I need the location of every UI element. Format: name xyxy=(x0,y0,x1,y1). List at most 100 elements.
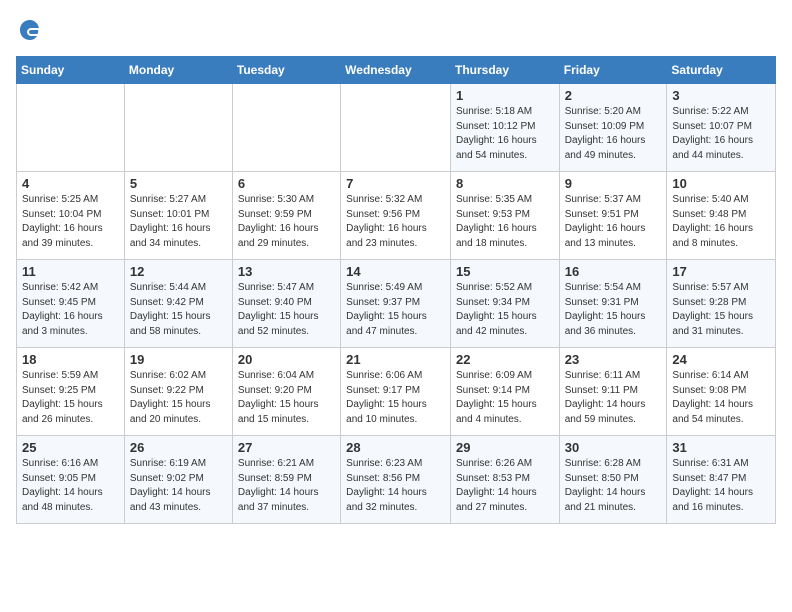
day-info: Sunrise: 6:04 AM Sunset: 9:20 PM Dayligh… xyxy=(238,369,335,427)
day-number: 10 xyxy=(672,176,770,191)
calendar-cell xyxy=(124,84,232,172)
day-info: Sunrise: 5:47 AM Sunset: 9:40 PM Dayligh… xyxy=(238,281,335,339)
day-number: 21 xyxy=(346,352,445,367)
calendar-cell: 28Sunrise: 6:23 AM Sunset: 8:56 PM Dayli… xyxy=(341,436,451,524)
calendar-cell: 1 Sunrise: 5:18 AM Sunset: 10:12 PM Dayli… xyxy=(450,84,559,172)
day-info: Sunrise: 6:11 AM Sunset: 9:11 PM Dayligh… xyxy=(565,369,662,427)
day-number: 16 xyxy=(565,264,662,279)
weekday-header-thursday: Thursday xyxy=(450,57,559,84)
day-info: Sunrise: 6:09 AM Sunset: 9:14 PM Dayligh… xyxy=(456,369,554,427)
calendar-cell: 5 Sunrise: 5:27 AM Sunset: 10:01 PM Dayli… xyxy=(124,172,232,260)
calendar-cell: 29 Sunrise: 6:26 AM Sunset: 8:53 PM Dayli… xyxy=(450,436,559,524)
day-number: 19 xyxy=(130,352,227,367)
day-number: 1 xyxy=(456,88,554,103)
weekday-header-friday: Friday xyxy=(559,57,667,84)
day-info: Sunrise: 6:14 AM Sunset: 9:08 PM Dayligh… xyxy=(672,369,770,427)
day-info: Sunrise: 5:42 AM Sunset: 9:45 PM Dayligh… xyxy=(22,281,119,339)
day-info: Sunrise: 6:16 AM Sunset: 9:05 PM Dayligh… xyxy=(22,457,119,515)
day-info: Sunrise: 5:49 AM Sunset: 9:37 PM Dayligh… xyxy=(346,281,445,339)
day-number: 18 xyxy=(22,352,119,367)
calendar-week-row: 1 Sunrise: 5:18 AM Sunset: 10:12 PM Dayli… xyxy=(17,84,776,172)
calendar-cell: 20 Sunrise: 6:04 AM Sunset: 9:20 PM Dayli… xyxy=(232,348,340,436)
calendar-cell: 26 Sunrise: 6:19 AM Sunset: 9:02 PM Dayli… xyxy=(124,436,232,524)
day-info: Sunrise: 6:26 AM Sunset: 8:53 PM Dayligh… xyxy=(456,457,554,515)
day-number: 22 xyxy=(456,352,554,367)
calendar-table: SundayMondayTuesdayWednesdayThursdayFrid… xyxy=(16,56,776,524)
day-number: 29 xyxy=(456,440,554,455)
day-number: 26 xyxy=(130,440,227,455)
day-info: Sunrise: 5:22 AM Sunset: 10:07 PM Daylig… xyxy=(672,105,770,163)
day-info: Sunrise: 5:59 AM Sunset: 9:25 PM Dayligh… xyxy=(22,369,119,427)
calendar-cell: 14 Sunrise: 5:49 AM Sunset: 9:37 PM Dayli… xyxy=(341,260,451,348)
calendar-cell: 18 Sunrise: 5:59 AM Sunset: 9:25 PM Dayli… xyxy=(17,348,125,436)
day-info: Sunrise: 5:37 AM Sunset: 9:51 PM Dayligh… xyxy=(565,193,662,251)
calendar-cell: 7Sunrise: 5:32 AM Sunset: 9:56 PM Daylig… xyxy=(341,172,451,260)
calendar-cell: 30Sunrise: 6:28 AM Sunset: 8:50 PM Dayli… xyxy=(559,436,667,524)
calendar-cell: 3 Sunrise: 5:22 AM Sunset: 10:07 PM Dayli… xyxy=(667,84,776,172)
day-number: 17 xyxy=(672,264,770,279)
day-info: Sunrise: 5:32 AM Sunset: 9:56 PM Dayligh… xyxy=(346,193,445,251)
day-info: Sunrise: 6:21 AM Sunset: 8:59 PM Dayligh… xyxy=(238,457,335,515)
day-info: Sunrise: 5:27 AM Sunset: 10:01 PM Daylig… xyxy=(130,193,227,251)
day-number: 4 xyxy=(22,176,119,191)
calendar-cell: 16 Sunrise: 5:54 AM Sunset: 9:31 PM Dayli… xyxy=(559,260,667,348)
calendar-cell: 8 Sunrise: 5:35 AM Sunset: 9:53 PM Daylig… xyxy=(450,172,559,260)
day-number: 12 xyxy=(130,264,227,279)
day-number: 2 xyxy=(565,88,662,103)
day-info: Sunrise: 5:35 AM Sunset: 9:53 PM Dayligh… xyxy=(456,193,554,251)
day-info: Sunrise: 5:25 AM Sunset: 10:04 PM Daylig… xyxy=(22,193,119,251)
day-number: 14 xyxy=(346,264,445,279)
day-number: 5 xyxy=(130,176,227,191)
weekday-header-wednesday: Wednesday xyxy=(341,57,451,84)
day-info: Sunrise: 6:31 AM Sunset: 8:47 PM Dayligh… xyxy=(672,457,770,515)
day-number: 9 xyxy=(565,176,662,191)
calendar-cell xyxy=(17,84,125,172)
weekday-header-saturday: Saturday xyxy=(667,57,776,84)
day-number: 28 xyxy=(346,440,445,455)
weekday-header-tuesday: Tuesday xyxy=(232,57,340,84)
calendar-cell: 23 Sunrise: 6:11 AM Sunset: 9:11 PM Dayli… xyxy=(559,348,667,436)
day-info: Sunrise: 5:44 AM Sunset: 9:42 PM Dayligh… xyxy=(130,281,227,339)
calendar-cell: 27 Sunrise: 6:21 AM Sunset: 8:59 PM Dayli… xyxy=(232,436,340,524)
calendar-cell: 24 Sunrise: 6:14 AM Sunset: 9:08 PM Dayli… xyxy=(667,348,776,436)
day-info: Sunrise: 5:52 AM Sunset: 9:34 PM Dayligh… xyxy=(456,281,554,339)
calendar-cell: 9 Sunrise: 5:37 AM Sunset: 9:51 PM Daylig… xyxy=(559,172,667,260)
day-number: 30 xyxy=(565,440,662,455)
day-number: 25 xyxy=(22,440,119,455)
calendar-cell xyxy=(341,84,451,172)
day-info: Sunrise: 5:30 AM Sunset: 9:59 PM Dayligh… xyxy=(238,193,335,251)
day-number: 3 xyxy=(672,88,770,103)
calendar-cell: 25 Sunrise: 6:16 AM Sunset: 9:05 PM Dayli… xyxy=(17,436,125,524)
calendar-cell: 11 Sunrise: 5:42 AM Sunset: 9:45 PM Dayli… xyxy=(17,260,125,348)
calendar-week-row: 25 Sunrise: 6:16 AM Sunset: 9:05 PM Dayli… xyxy=(17,436,776,524)
page-header xyxy=(16,16,776,44)
logo xyxy=(16,16,48,44)
day-number: 8 xyxy=(456,176,554,191)
calendar-cell: 17 Sunrise: 5:57 AM Sunset: 9:28 PM Dayli… xyxy=(667,260,776,348)
day-info: Sunrise: 5:40 AM Sunset: 9:48 PM Dayligh… xyxy=(672,193,770,251)
day-info: Sunrise: 6:06 AM Sunset: 9:17 PM Dayligh… xyxy=(346,369,445,427)
calendar-cell: 15Sunrise: 5:52 AM Sunset: 9:34 PM Dayli… xyxy=(450,260,559,348)
day-info: Sunrise: 6:02 AM Sunset: 9:22 PM Dayligh… xyxy=(130,369,227,427)
calendar-cell xyxy=(232,84,340,172)
day-info: Sunrise: 5:57 AM Sunset: 9:28 PM Dayligh… xyxy=(672,281,770,339)
day-number: 11 xyxy=(22,264,119,279)
calendar-cell: 12 Sunrise: 5:44 AM Sunset: 9:42 PM Dayli… xyxy=(124,260,232,348)
calendar-cell: 4 Sunrise: 5:25 AM Sunset: 10:04 PM Dayli… xyxy=(17,172,125,260)
day-number: 27 xyxy=(238,440,335,455)
calendar-cell: 21 Sunrise: 6:06 AM Sunset: 9:17 PM Dayli… xyxy=(341,348,451,436)
weekday-header-row: SundayMondayTuesdayWednesdayThursdayFrid… xyxy=(17,57,776,84)
day-info: Sunrise: 6:19 AM Sunset: 9:02 PM Dayligh… xyxy=(130,457,227,515)
calendar-cell: 13 Sunrise: 5:47 AM Sunset: 9:40 PM Dayli… xyxy=(232,260,340,348)
day-number: 13 xyxy=(238,264,335,279)
day-info: Sunrise: 5:18 AM Sunset: 10:12 PM Daylig… xyxy=(456,105,554,163)
day-number: 20 xyxy=(238,352,335,367)
day-info: Sunrise: 5:54 AM Sunset: 9:31 PM Dayligh… xyxy=(565,281,662,339)
day-number: 31 xyxy=(672,440,770,455)
calendar-cell: 6Sunrise: 5:30 AM Sunset: 9:59 PM Daylig… xyxy=(232,172,340,260)
calendar-cell: 19 Sunrise: 6:02 AM Sunset: 9:22 PM Dayli… xyxy=(124,348,232,436)
calendar-cell: 10 Sunrise: 5:40 AM Sunset: 9:48 PM Dayli… xyxy=(667,172,776,260)
day-number: 24 xyxy=(672,352,770,367)
calendar-week-row: 11 Sunrise: 5:42 AM Sunset: 9:45 PM Dayli… xyxy=(17,260,776,348)
day-number: 23 xyxy=(565,352,662,367)
